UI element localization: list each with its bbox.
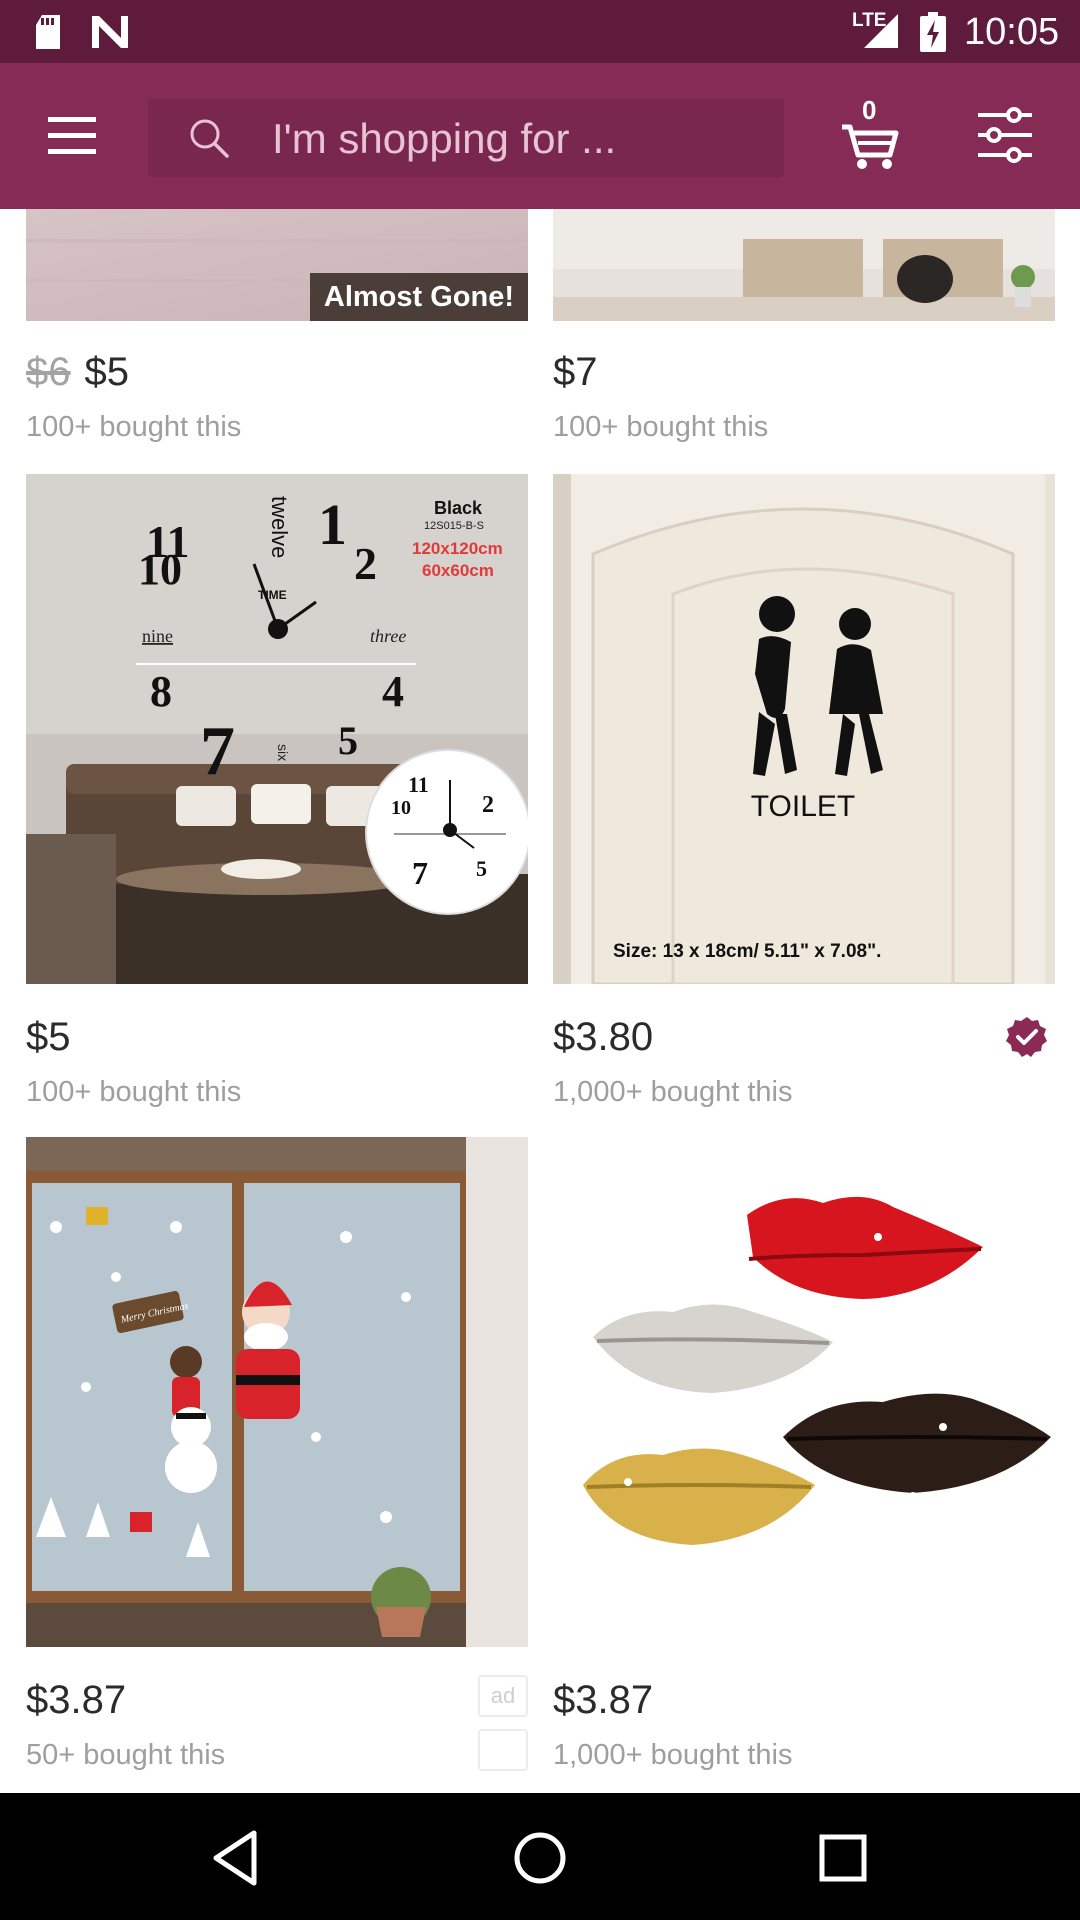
product-card[interactable]: $3.87 1,000+ bought this (553, 1137, 1055, 1793)
recents-button[interactable] (808, 1823, 878, 1893)
verified-check-icon (1006, 1017, 1047, 1057)
status-bar: LTE 10:05 (0, 0, 1080, 63)
clock-numeral: 4 (382, 667, 404, 716)
product-image: Merry Christmas (26, 1137, 528, 1647)
purchase-count: 50+ bought this (26, 1739, 226, 1771)
product-price: $3.87 (26, 1678, 127, 1722)
product-image (553, 209, 1055, 321)
clock-numeral: nine (142, 626, 173, 646)
clock-numeral: 7 (412, 855, 428, 891)
product-card[interactable]: TOILET Size: 13 x 18cm/ 5.11" x 7.08". $… (553, 474, 1055, 1114)
almost-gone-badge: Almost Gone! (309, 273, 528, 321)
clock-numeral: 2 (482, 792, 494, 818)
product-image: Almost Gone! (26, 209, 528, 321)
signal-icon (864, 14, 898, 48)
product-price: $3.87 (553, 1678, 654, 1722)
clock-numeral: twelve (267, 496, 292, 558)
sd-card-icon (36, 15, 60, 49)
purchase-count: 100+ bought this (553, 411, 769, 443)
purchase-count: 100+ bought this (26, 1076, 242, 1108)
search-icon (190, 119, 229, 158)
app-bar: I'm shopping for ... 0 (0, 63, 1080, 209)
toilet-sign-text: TOILET (751, 790, 855, 823)
home-button[interactable] (505, 1823, 575, 1893)
search-placeholder: I'm shopping for ... (272, 115, 617, 162)
product-price: $7 (553, 350, 598, 394)
filter-sliders-icon (978, 107, 1032, 163)
product-price: $6 $5 (26, 348, 129, 396)
filter-button[interactable] (974, 107, 1036, 163)
notification-n-icon (92, 16, 128, 48)
clock-numeral: 8 (150, 667, 172, 716)
product-card[interactable]: Merry Christmas $3.87 ad 50+ bought this (26, 1137, 528, 1793)
product-model-label: 12S015-B-S (424, 520, 484, 532)
clock-numeral: 11 (408, 772, 429, 797)
clock-numeral: 10 (391, 797, 411, 819)
ad-info-button[interactable] (478, 1729, 528, 1771)
navigation-bar (0, 1793, 1080, 1920)
product-size-text: Size: 13 x 18cm/ 5.11" x 7.08". (613, 941, 881, 962)
purchase-count: 100+ bought this (26, 411, 242, 443)
ad-label: ad (478, 1675, 528, 1717)
clock-numeral: 7 (200, 713, 235, 790)
product-image (553, 1137, 1055, 1647)
product-color-label: Black (434, 498, 483, 518)
product-image: 11 1 2 10 nine three 8 4 7 5 six twelve … (26, 474, 528, 984)
clock-numeral: 1 (318, 492, 347, 557)
product-size-label: 120x120cm (412, 539, 503, 558)
status-clock: 10:05 (964, 11, 1060, 53)
purchase-count: 1,000+ bought this (553, 1076, 793, 1108)
purchase-count: 1,000+ bought this (553, 1739, 793, 1771)
product-size-label: 60x60cm (422, 561, 494, 580)
shopping-cart-icon (842, 124, 899, 169)
clock-numeral: 5 (476, 856, 487, 881)
hamburger-menu-icon (48, 117, 96, 154)
product-image: TOILET Size: 13 x 18cm/ 5.11" x 7.08". (553, 474, 1055, 984)
menu-button[interactable] (42, 109, 102, 163)
clock-numeral: 10 (138, 545, 182, 594)
product-card[interactable]: 11 1 2 10 nine three 8 4 7 5 six twelve … (26, 474, 528, 1114)
product-card[interactable]: $7 100+ bought this (553, 209, 1055, 449)
product-price: $5 (26, 1015, 71, 1059)
battery-charging-icon (920, 12, 946, 52)
back-button[interactable] (202, 1823, 272, 1893)
product-price: $3.80 (553, 1015, 654, 1059)
clock-numeral: three (370, 626, 406, 646)
clock-numeral: 5 (338, 718, 358, 763)
sale-price: $5 (84, 350, 130, 394)
search-input[interactable]: I'm shopping for ... (148, 99, 784, 177)
cart-button[interactable]: 0 (838, 95, 902, 171)
product-feed[interactable]: Almost Gone! $6 $5 100+ bought this $7 10… (0, 209, 1080, 1793)
product-card[interactable]: Almost Gone! $6 $5 100+ bought this (26, 209, 528, 449)
original-price: $6 (26, 350, 71, 394)
clock-numeral: six (275, 744, 291, 761)
clock-numeral: 2 (354, 538, 377, 589)
